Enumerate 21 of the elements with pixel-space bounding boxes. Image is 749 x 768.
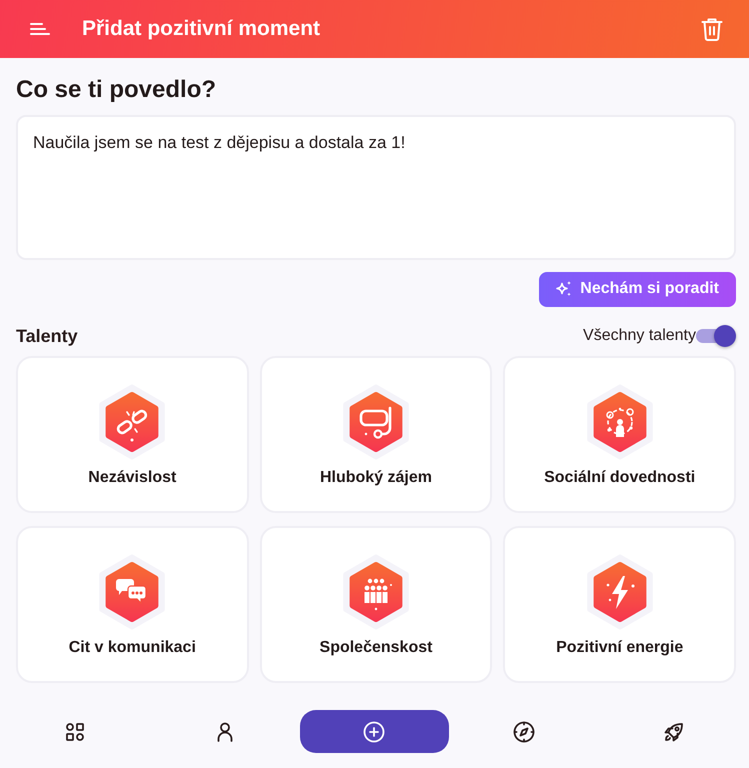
talent-card[interactable]: Pozitivní energie bbox=[503, 526, 736, 683]
answer-field[interactable]: Naučila jsem se na test z dějepisu a dostala za 1! bbox=[16, 114, 736, 260]
add-icon bbox=[362, 720, 386, 744]
page-title: Přidat pozitivní moment bbox=[82, 16, 322, 42]
delete-button[interactable] bbox=[701, 17, 723, 41]
compass-icon bbox=[512, 720, 536, 744]
talent-card[interactable]: Sociální dovednosti bbox=[503, 356, 736, 513]
question-heading: Co se ti povedlo? bbox=[16, 76, 218, 105]
menu-icon bbox=[30, 21, 50, 37]
section-heading: Talenty bbox=[16, 324, 78, 348]
advice-button[interactable]: Nechám si poradit bbox=[539, 272, 736, 307]
filter-label: Všechny talenty bbox=[583, 326, 696, 346]
trash-icon bbox=[701, 17, 723, 41]
talent-card[interactable]: Hluboký zájem bbox=[260, 356, 492, 513]
all-talents-switch[interactable] bbox=[696, 324, 736, 348]
menu-button[interactable] bbox=[30, 21, 50, 37]
talent-card[interactable]: Nezávislost bbox=[16, 356, 249, 513]
talent-card[interactable]: Společenskost bbox=[260, 526, 492, 683]
talent-card[interactable]: Cit v komunikaci bbox=[16, 526, 249, 683]
nav-add-button[interactable] bbox=[300, 710, 450, 753]
sparkle-icon bbox=[555, 280, 574, 298]
